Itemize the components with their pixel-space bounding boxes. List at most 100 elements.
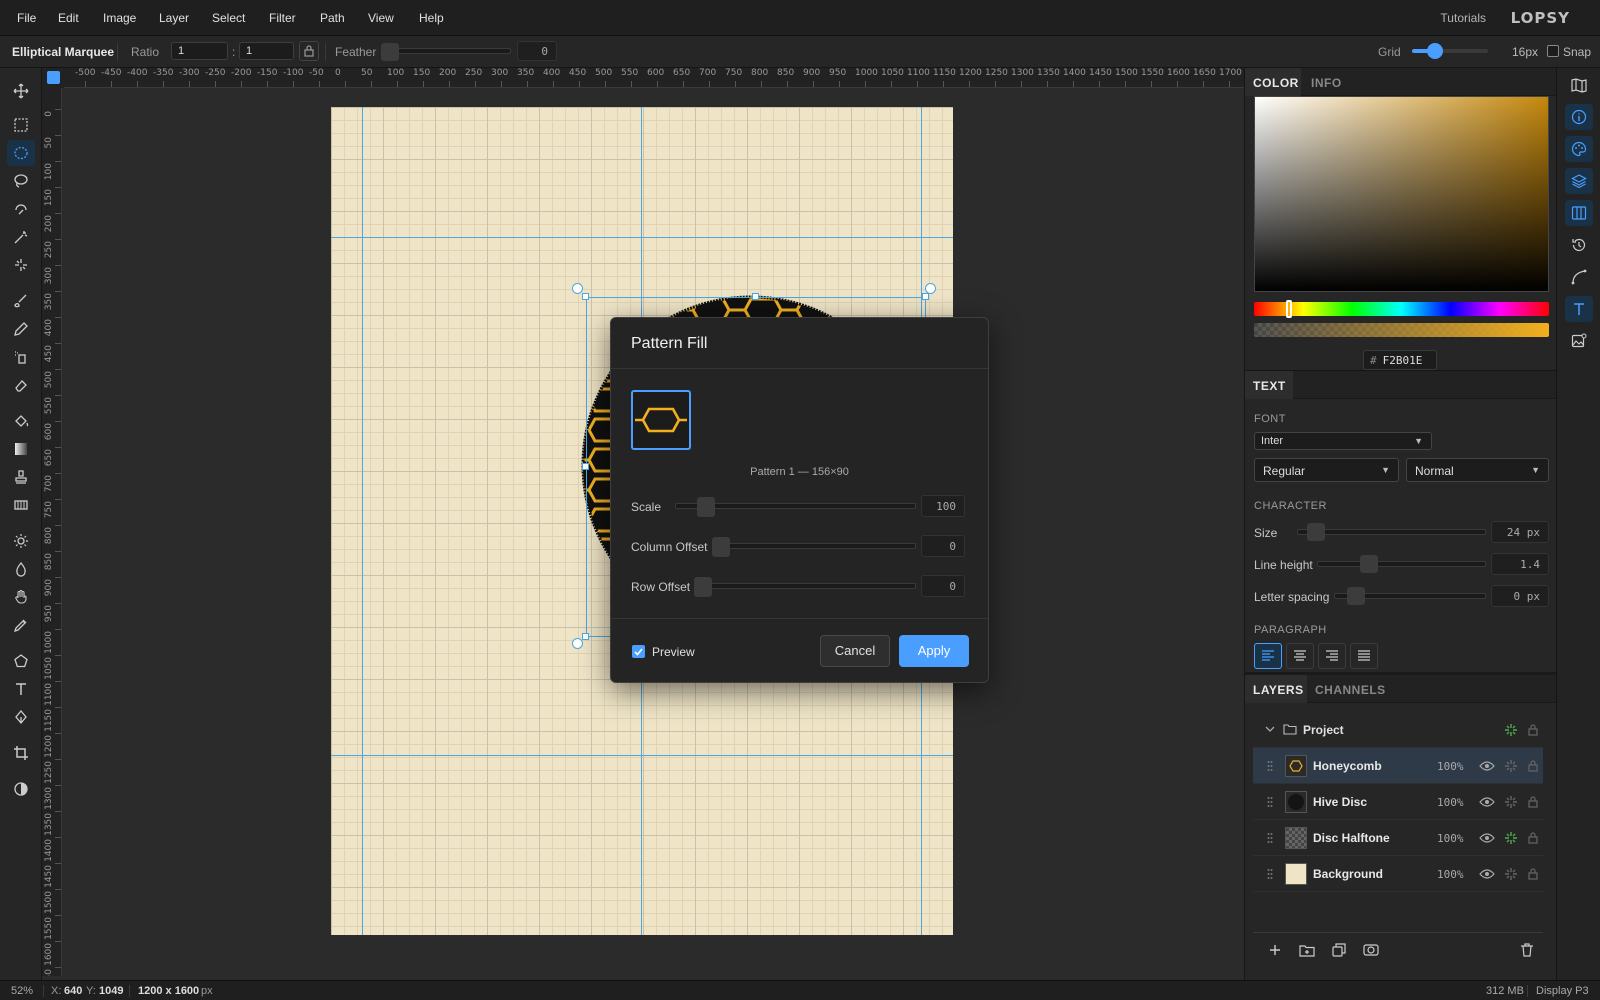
eraser-tool[interactable]	[7, 372, 35, 398]
font-style-select[interactable]: Normal ▼	[1406, 458, 1549, 482]
lock-icon[interactable]	[1525, 758, 1541, 774]
tab-text[interactable]: TEXT	[1253, 379, 1286, 393]
align-left-button[interactable]	[1254, 643, 1282, 669]
effects-icon[interactable]	[1503, 758, 1519, 774]
hue-slider[interactable]	[1254, 302, 1549, 316]
ratio-height-input[interactable]	[239, 42, 294, 60]
duplicate-layer-icon[interactable]	[1331, 942, 1347, 958]
move-tool[interactable]	[7, 78, 35, 104]
eye-icon[interactable]	[1479, 830, 1495, 846]
magic-wand-tool[interactable]	[7, 224, 35, 250]
pattern-swatch[interactable]	[631, 390, 691, 450]
feather-slider[interactable]	[381, 48, 511, 54]
menu-edit[interactable]: Edit	[58, 11, 79, 25]
drag-handle-icon[interactable]	[1267, 868, 1273, 880]
cancel-button[interactable]: Cancel	[820, 635, 890, 667]
menu-filter[interactable]: Filter	[269, 11, 296, 25]
grid-slider-thumb[interactable]	[1426, 43, 1443, 59]
chevron-down-icon[interactable]	[1265, 726, 1275, 734]
column-offset-slider[interactable]	[712, 543, 916, 549]
scale-slider-thumb[interactable]	[697, 497, 715, 517]
ruler-origin-swatch[interactable]	[47, 71, 60, 84]
tutorials-link[interactable]: Tutorials	[1440, 11, 1486, 25]
tab-layers[interactable]: LAYERS	[1253, 683, 1304, 697]
menu-select[interactable]: Select	[212, 11, 245, 25]
text-tool[interactable]	[7, 676, 35, 702]
tab-color[interactable]: COLOR	[1253, 76, 1299, 90]
apply-button[interactable]: Apply	[899, 635, 969, 667]
info-panel-button[interactable]	[1565, 104, 1593, 130]
size-slider[interactable]	[1297, 529, 1486, 535]
column-offset-slider-thumb[interactable]	[712, 537, 730, 557]
quick-select-tool[interactable]	[7, 252, 35, 278]
menu-layer[interactable]: Layer	[159, 11, 189, 25]
blur-tool[interactable]	[7, 556, 35, 582]
grid-slider[interactable]	[1412, 43, 1488, 59]
add-layer-icon[interactable]	[1267, 942, 1283, 958]
effects-icon[interactable]	[1503, 830, 1519, 846]
hue-slider-thumb[interactable]	[1286, 300, 1292, 318]
layer-row-hive-disc[interactable]: Hive Disc 100%	[1253, 784, 1543, 820]
new-group-icon[interactable]	[1299, 942, 1315, 958]
ratio-width-input[interactable]	[171, 42, 228, 60]
color-profile[interactable]: Display P3	[1536, 985, 1589, 997]
size-slider-thumb[interactable]	[1307, 523, 1325, 541]
drag-handle-icon[interactable]	[1267, 760, 1273, 772]
layers-panel-button[interactable]	[1565, 168, 1593, 194]
lock-icon[interactable]	[1525, 722, 1541, 738]
contrast-toggle[interactable]	[7, 776, 35, 802]
layer-row-honeycomb[interactable]: Honeycomb 100%	[1253, 748, 1543, 784]
brush-tool[interactable]	[7, 288, 35, 314]
letter-spacing-slider-thumb[interactable]	[1347, 587, 1365, 605]
guide-horizontal[interactable]	[331, 237, 953, 238]
tab-channels[interactable]: CHANNELS	[1315, 683, 1386, 697]
menu-image[interactable]: Image	[103, 11, 136, 25]
image-settings-button[interactable]	[1565, 328, 1593, 354]
feather-slider-thumb[interactable]	[381, 43, 399, 61]
transform-handle[interactable]	[922, 293, 929, 300]
snap-checkbox[interactable]	[1547, 45, 1559, 57]
navigator-panel-button[interactable]	[1565, 72, 1593, 98]
line-height-slider-thumb[interactable]	[1360, 555, 1378, 573]
align-right-button[interactable]	[1318, 643, 1346, 669]
effects-icon[interactable]	[1503, 722, 1519, 738]
row-offset-slider-thumb[interactable]	[694, 577, 712, 597]
drag-handle-icon[interactable]	[1267, 832, 1273, 844]
lock-icon[interactable]	[1525, 866, 1541, 882]
menu-help[interactable]: Help	[419, 11, 444, 25]
letter-spacing-value[interactable]: 0 px	[1491, 585, 1549, 607]
eye-icon[interactable]	[1479, 794, 1495, 810]
menu-view[interactable]: View	[368, 11, 394, 25]
transform-handle[interactable]	[752, 293, 759, 300]
stamp-tool[interactable]	[7, 464, 35, 490]
menu-file[interactable]: File	[17, 11, 36, 25]
size-value[interactable]: 24 px	[1491, 521, 1549, 543]
channels-panel-button[interactable]	[1565, 200, 1593, 226]
eyedropper-tool[interactable]	[7, 612, 35, 638]
zoom-level[interactable]: 52%	[11, 985, 33, 997]
layer-group-row[interactable]: Project	[1253, 712, 1543, 748]
effects-icon[interactable]	[1503, 794, 1519, 810]
rotate-handle[interactable]	[572, 638, 583, 649]
hand-tool[interactable]	[7, 584, 35, 610]
pattern-tool[interactable]	[7, 492, 35, 518]
paths-panel-button[interactable]	[1565, 264, 1593, 290]
feather-value[interactable]: 0	[517, 41, 557, 61]
color-panel-button[interactable]	[1565, 136, 1593, 162]
layer-row-disc-halftone[interactable]: Disc Halftone 100%	[1253, 820, 1543, 856]
align-justify-button[interactable]	[1350, 643, 1378, 669]
gradient-tool[interactable]	[7, 436, 35, 462]
rotate-handle[interactable]	[925, 283, 936, 294]
ratio-lock-button[interactable]	[299, 41, 319, 61]
row-offset-value[interactable]: 0	[921, 575, 965, 597]
lock-icon[interactable]	[1525, 794, 1541, 810]
menu-path[interactable]: Path	[320, 11, 345, 25]
line-height-value[interactable]: 1.4	[1491, 553, 1549, 575]
column-offset-value[interactable]: 0	[921, 535, 965, 557]
pen-tool[interactable]	[7, 704, 35, 730]
eye-icon[interactable]	[1479, 866, 1495, 882]
magnetic-lasso-tool[interactable]	[7, 196, 35, 222]
mask-icon[interactable]	[1363, 942, 1379, 958]
dodge-tool[interactable]	[7, 528, 35, 554]
fill-tool[interactable]	[7, 408, 35, 434]
